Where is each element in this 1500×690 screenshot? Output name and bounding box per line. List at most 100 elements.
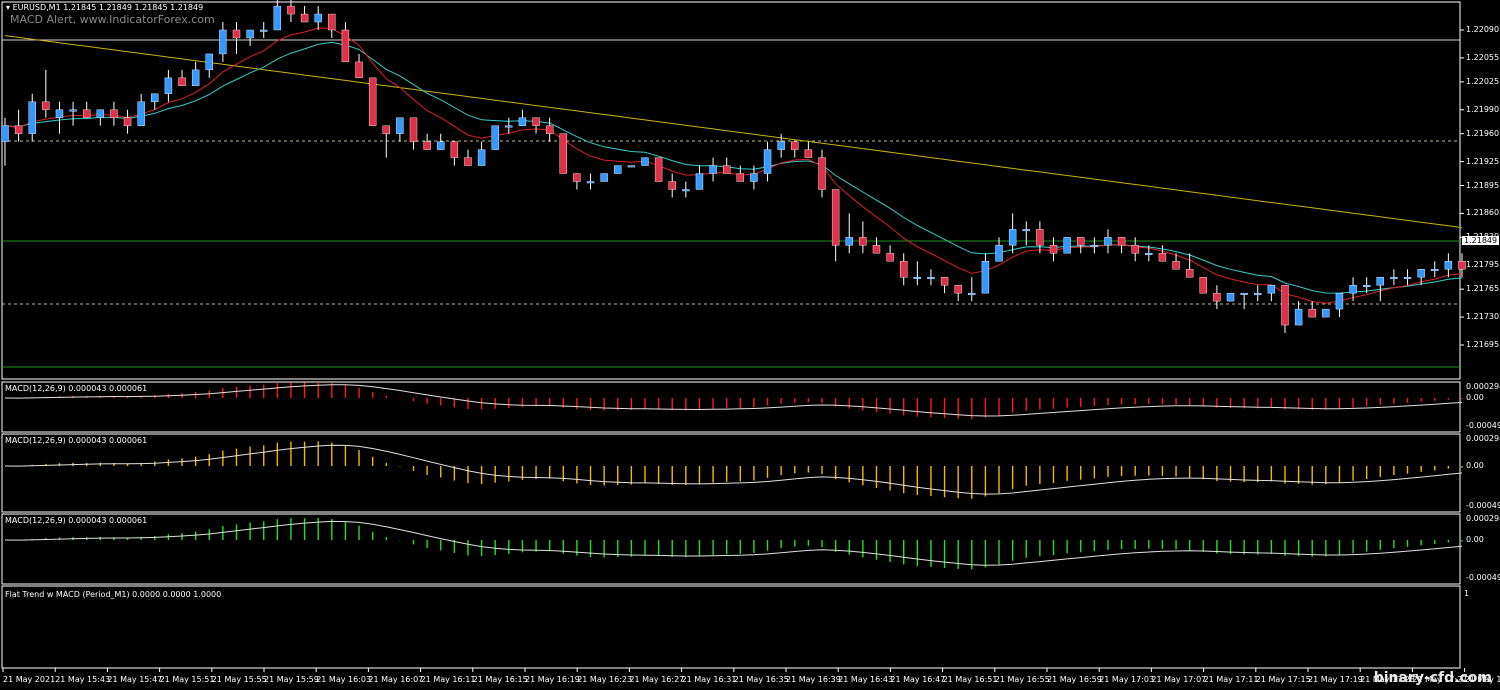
candle-body (818, 157, 826, 190)
time-tick: 21 May 16:07 (368, 675, 424, 684)
candle-body (1281, 284, 1289, 326)
moving-average-fast (4, 27, 1463, 304)
candle-body (600, 173, 608, 182)
candle-body (368, 77, 377, 126)
price-tick: 1.21895 (1466, 180, 1500, 190)
candle-body (614, 165, 622, 174)
candle-body (1199, 277, 1207, 294)
candle-body (1403, 277, 1412, 279)
candle-body (954, 284, 962, 294)
moving-average-long (4, 35, 1463, 229)
candle-body (42, 101, 50, 110)
candle-body (1322, 308, 1330, 318)
candle-body (1254, 292, 1262, 295)
time-tick: 21 May 16:11 (420, 675, 476, 684)
candle-body (900, 261, 908, 278)
candle-body (28, 101, 36, 134)
candle-body (505, 125, 513, 128)
trading-chart[interactable] (0, 0, 1500, 690)
macd-tick: -0.000491 (1466, 573, 1500, 582)
candle-body (477, 149, 486, 166)
candle-body (1308, 308, 1316, 318)
candle-body (845, 237, 853, 246)
candle-body (191, 69, 200, 87)
candle-body (859, 237, 867, 246)
price-tick: 1.22090 (1466, 25, 1500, 34)
candle-body (1049, 245, 1058, 254)
candle-body (763, 149, 772, 174)
time-tick: 21 May 16:39 (786, 675, 841, 684)
current-price-tag: 1.21849 (1462, 236, 1500, 245)
macd-tick: 0.00 (1466, 393, 1484, 402)
time-tick: 21 May 16:55 (994, 675, 1050, 684)
candle-body (409, 117, 418, 142)
price-tick: 1.21730 (1466, 312, 1500, 322)
candle-body (246, 29, 254, 39)
watermark: binary-cfd.com (1373, 670, 1492, 686)
candle-body (573, 173, 581, 182)
candle-body (1213, 292, 1221, 302)
time-tick: 21 May 16:23 (577, 675, 633, 684)
candle-body (1117, 237, 1126, 246)
candle-body (464, 157, 472, 166)
candle-body (300, 13, 309, 23)
candle-body (995, 245, 1003, 262)
price-tick: 1.21925 (1466, 156, 1500, 166)
time-tick: 21 May 17:19 (1308, 675, 1363, 684)
candle-body (423, 141, 431, 150)
candle-body (1362, 284, 1371, 287)
time-tick: 21 May 17:15 (1255, 675, 1311, 684)
candle-body (1, 125, 9, 142)
candle-body (1267, 284, 1276, 294)
candle-body (586, 181, 595, 184)
candle-body (219, 29, 227, 55)
time-tick: 21 May 2021 (3, 675, 56, 684)
candle-body (123, 117, 132, 126)
candle-body (1240, 292, 1248, 295)
symbol-info: ▾ EURUSD,M1 1.21845 1.21849 1.21845 1.21… (6, 3, 204, 12)
candle-body (1036, 229, 1044, 246)
time-tick: 21 May 16:51 (942, 675, 998, 684)
candle-body (1226, 292, 1235, 302)
macd-panel-3-label: MACD(12,26,9) 0.000043 0.000061 (5, 516, 148, 525)
candle-body (668, 181, 676, 190)
candle-body (110, 109, 118, 118)
candle-body (1349, 284, 1357, 294)
candle-body (1390, 277, 1398, 279)
candle-body (1022, 229, 1030, 232)
candle-body (1185, 269, 1194, 278)
candle-body (260, 29, 268, 32)
macd-tick: -0.000491 (1466, 501, 1500, 510)
price-tick: 1.22055 (1466, 52, 1500, 62)
macd-tick: 0.000294 (1466, 382, 1500, 391)
panel-frame-3 (1, 513, 1461, 585)
candle-body (450, 141, 459, 158)
candle-body (1104, 237, 1112, 246)
time-tick: 21 May 17:03 (1099, 675, 1155, 684)
candle-body (1458, 261, 1466, 270)
candle-body (96, 109, 105, 118)
time-tick: 21 May 15:59 (264, 675, 319, 684)
price-tick: 1.21990 (1466, 104, 1500, 114)
price-tick: 1.21860 (1466, 208, 1500, 218)
candle-body (1063, 237, 1071, 254)
candle-body (1077, 237, 1085, 246)
candle-body (518, 117, 527, 126)
flat-trend-label: Flat Trend w MACD (Period_M1) 0.0000 0.0… (5, 590, 222, 599)
candle-body (722, 165, 731, 174)
candle-body (1158, 253, 1167, 262)
candle-body (83, 109, 91, 118)
candle-body (328, 13, 336, 31)
candle-body (1145, 253, 1153, 255)
candle-body (55, 109, 64, 118)
candle-body (273, 5, 282, 31)
price-tick: 1.21960 (1466, 128, 1500, 138)
moving-average-slow (4, 41, 1463, 294)
price-tick: 1.21795 (1466, 260, 1500, 270)
panel-frame-0 (1, 1, 1461, 380)
macd-panel-2-label: MACD(12,26,9) 0.000043 0.000061 (5, 436, 148, 445)
time-tick: 21 May 15:43 (55, 675, 111, 684)
candle-body (287, 5, 295, 15)
candle-body (1444, 261, 1453, 270)
candle-body (1376, 277, 1384, 286)
